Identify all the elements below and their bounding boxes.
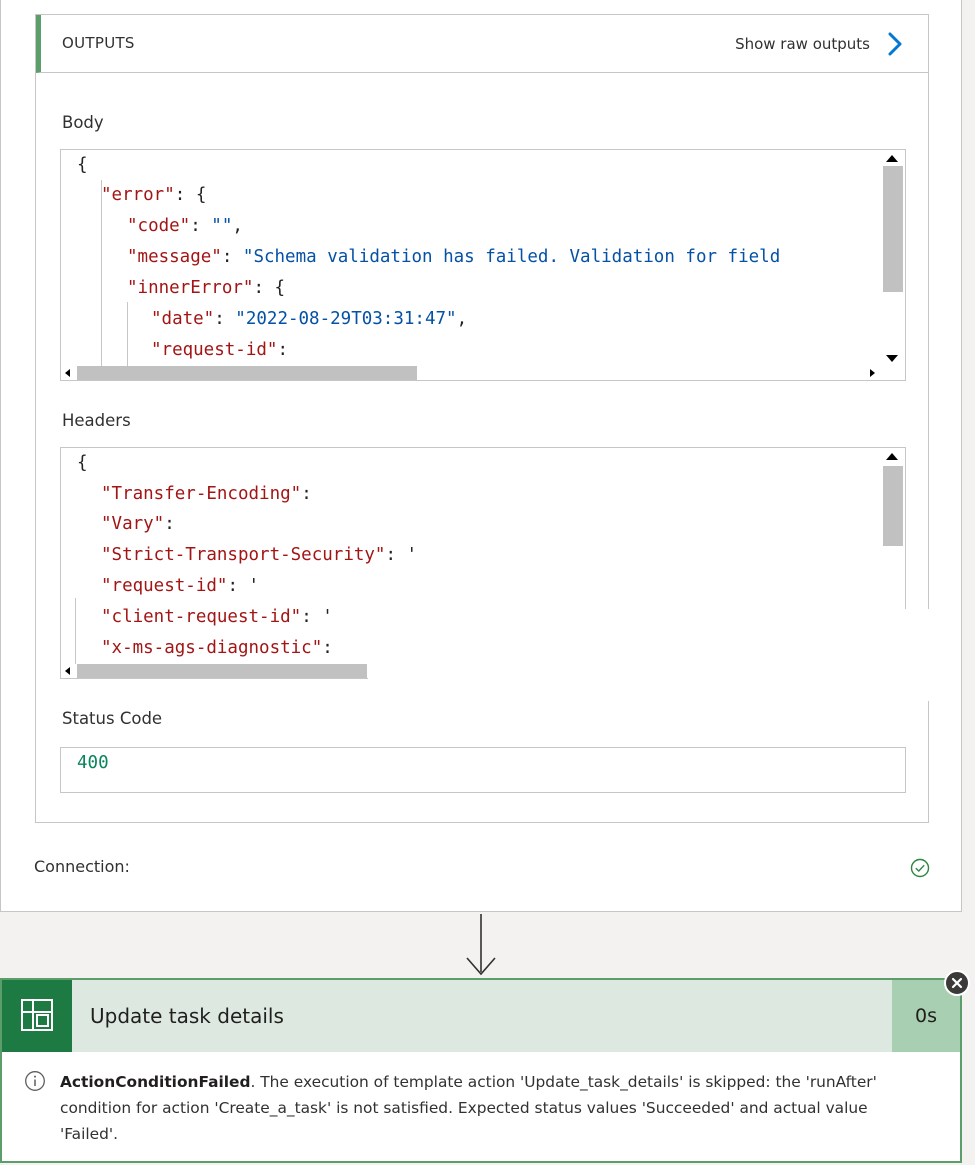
body-vertical-scrollbar[interactable] (879, 150, 905, 366)
scroll-up-arrow-icon[interactable] (886, 155, 898, 162)
body-horizontal-scrollbar[interactable] (61, 366, 879, 380)
scrollbar-thumb[interactable] (883, 166, 903, 292)
outputs-header: OUTPUTS Show raw outputs (36, 15, 928, 73)
code-token: : (164, 514, 175, 534)
code-token: "request-id" (101, 576, 228, 596)
flow-arrow-icon (466, 914, 496, 976)
code-line: "date": "2022-08-29T03:31:47", (151, 304, 467, 334)
info-icon (25, 1071, 45, 1091)
code-line: "message": "Schema validation has failed… (127, 242, 780, 272)
code-token: "client-request-id" (101, 607, 302, 627)
code-line: "request-id": ' (101, 571, 259, 601)
code-token: , (456, 309, 468, 329)
update-task-card[interactable]: Update task details 0s ActionConditionFa… (0, 978, 962, 1163)
code-line: "Transfer-Encoding": (101, 479, 312, 509)
code-token: "x-ms-ags-diagnostic" (101, 638, 323, 658)
code-token: "date" (151, 309, 215, 329)
code-token: "Transfer-Encoding" (101, 484, 302, 504)
code-token: : { (174, 185, 207, 205)
code-line: "innerError": { (127, 273, 285, 303)
planner-icon (21, 999, 53, 1031)
code-line: "request-id": (151, 335, 288, 365)
outputs-panel: OUTPUTS Show raw outputs Body {"error": … (35, 14, 934, 823)
scrollbar-thumb[interactable] (77, 664, 367, 678)
update-task-title: Update task details (90, 1004, 284, 1028)
code-token: : { (253, 278, 286, 298)
code-token: { (77, 155, 88, 175)
scroll-up-arrow-icon[interactable] (886, 453, 898, 460)
code-token: : ' (227, 576, 260, 596)
code-line: { (77, 448, 88, 478)
code-token: : (214, 309, 236, 329)
close-button[interactable] (944, 970, 970, 996)
redacted-region (368, 609, 934, 701)
show-raw-outputs-label: Show raw outputs (735, 35, 870, 53)
code-line: "error": { (101, 180, 206, 210)
code-token: , (232, 216, 243, 236)
code-line: "x-ms-ags-diagnostic": (101, 633, 333, 663)
code-token: "Schema validation has failed. Validatio… (242, 247, 781, 267)
code-token: "message" (127, 247, 222, 267)
code-token: "Vary" (101, 514, 165, 534)
headers-label: Headers (62, 411, 131, 430)
code-line: "client-request-id": ' (101, 602, 333, 632)
body-code-box[interactable]: {"error": {"code": "", "message": "Schema… (60, 149, 906, 381)
error-message: ActionConditionFailed. The execution of … (60, 1069, 905, 1147)
indent-guide (75, 598, 76, 664)
scroll-left-arrow-icon[interactable] (65, 369, 70, 377)
code-token: "request-id" (151, 340, 278, 360)
body-label: Body (62, 113, 104, 132)
scroll-left-arrow-icon[interactable] (65, 667, 70, 675)
code-token: : (322, 638, 333, 658)
scrollbar-thumb[interactable] (883, 466, 903, 546)
status-code-value: 400 (60, 747, 906, 793)
chevron-right-icon (888, 32, 902, 56)
code-token: : (301, 484, 312, 504)
code-token: "2022-08-29T03:31:47" (235, 309, 457, 329)
code-token: : (221, 247, 243, 267)
code-token: { (77, 453, 88, 473)
error-code: ActionConditionFailed (60, 1073, 251, 1091)
code-token: : ' (385, 545, 418, 565)
scroll-right-arrow-icon[interactable] (870, 369, 875, 377)
code-token: "" (211, 216, 233, 236)
code-token: : (277, 340, 288, 360)
scrollbar-thumb[interactable] (77, 366, 417, 380)
body-code-lines: {"error": {"code": "", "message": "Schema… (61, 150, 879, 366)
code-line: "code": "", (127, 211, 243, 241)
code-token: "error" (101, 185, 175, 205)
code-token: "code" (127, 216, 191, 236)
scroll-down-arrow-icon[interactable] (886, 355, 898, 362)
planner-icon-box (2, 980, 72, 1052)
connection-label: Connection: (34, 857, 130, 876)
code-line: "Vary": (101, 509, 175, 539)
status-code-label: Status Code (62, 709, 163, 728)
indent-guide (127, 302, 128, 366)
code-line: { (77, 150, 88, 180)
show-raw-outputs-button[interactable]: Show raw outputs (735, 29, 906, 59)
check-circle-icon (910, 858, 930, 878)
code-token: : (190, 216, 212, 236)
outputs-title: OUTPUTS (62, 34, 135, 52)
code-token: "innerError" (127, 278, 254, 298)
close-icon (951, 977, 963, 989)
run-details-card: OUTPUTS Show raw outputs Body {"error": … (0, 0, 962, 912)
code-token: : ' (301, 607, 333, 627)
code-line: "Strict-Transport-Security": ' (101, 540, 417, 570)
update-task-header[interactable]: Update task details 0s (2, 980, 960, 1052)
code-token: "Strict-Transport-Security" (101, 545, 386, 565)
